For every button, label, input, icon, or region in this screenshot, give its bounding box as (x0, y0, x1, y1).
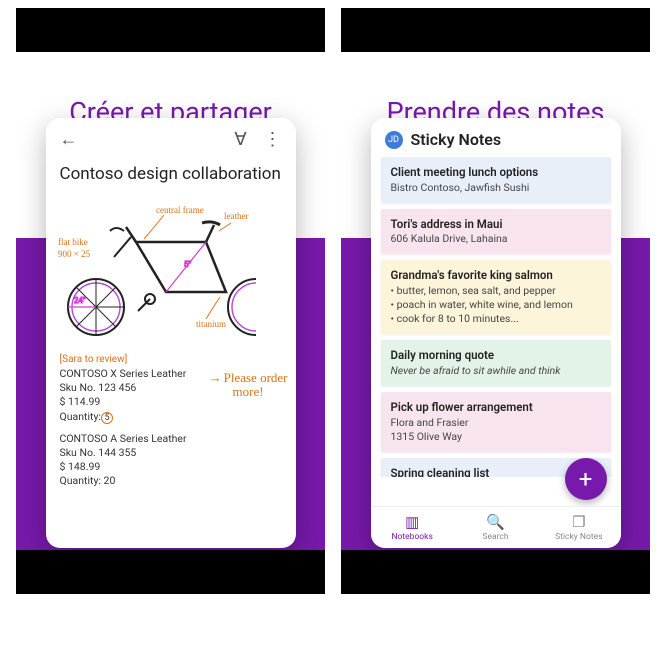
product-2-qty: Quantity: 20 (60, 474, 282, 488)
product-2-name: CONTOSO A Series Leather (60, 432, 282, 446)
sticky-note[interactable]: Tori's address in Maui606 Kalula Drive, … (381, 209, 611, 255)
add-note-fab[interactable]: + (565, 458, 607, 500)
product-1-qty: Quantity:5 (60, 410, 282, 424)
black-bar-top (341, 8, 650, 52)
nav-notebooks[interactable]: ▥ Notebooks (371, 507, 454, 548)
note-title: Client meeting lunch options (391, 165, 601, 181)
notebooks-icon: ▥ (405, 513, 419, 531)
svg-text:900 × 25: 900 × 25 (58, 249, 91, 259)
panel-take-notes: Prendre des notes JD Sticky Notes Client… (341, 8, 650, 594)
product-2: CONTOSO A Series Leather Sku No. 144 355… (46, 430, 296, 495)
svg-text:5": 5" (184, 260, 191, 269)
overflow-icon[interactable]: ⋮ (262, 128, 284, 150)
avatar[interactable]: JD (385, 131, 403, 149)
back-icon[interactable]: ← (58, 128, 80, 150)
note-body: Bistro Contoso, Jawfish Sushi (391, 181, 601, 195)
sticky-note[interactable]: Grandma's favorite king salmon• butter, … (381, 260, 611, 334)
note-title: Daily morning quote (391, 348, 601, 364)
note-body: • butter, lemon, sea salt, and pepper • … (391, 284, 601, 327)
sticky-note[interactable]: Client meeting lunch optionsBistro Conto… (381, 157, 611, 203)
handwritten-note: Please order more! (209, 371, 288, 400)
product-2-sku: Sku No. 144 355 (60, 446, 282, 460)
product-2-price: $ 148.99 (60, 460, 282, 474)
sticky-note[interactable]: Pick up flower arrangementFlora and Fras… (381, 392, 611, 452)
note-title: Tori's address in Maui (391, 217, 601, 233)
product-1: CONTOSO X Series Leather Sku No. 123 456… (46, 365, 296, 430)
svg-text:titanium: titanium (196, 319, 226, 329)
panel-create-share: Créer et partager ← ∀ ⋮ Contoso design c… (16, 8, 325, 594)
bottom-nav: ▥ Notebooks 🔍 Search ❐ Sticky Notes (371, 506, 621, 548)
sticky-notes-icon: ❐ (572, 513, 585, 531)
search-icon: 🔍 (486, 513, 505, 531)
review-tag: [Sara to review] (46, 352, 296, 365)
nav-sticky-notes[interactable]: ❐ Sticky Notes (537, 507, 620, 548)
notes-list: Client meeting lunch optionsBistro Conto… (371, 157, 621, 477)
phone-left: ← ∀ ⋮ Contoso design collaboration (46, 118, 296, 548)
sticky-note[interactable]: Daily morning quoteNever be afraid to si… (381, 340, 611, 386)
black-bar-top (16, 8, 325, 52)
note-title[interactable]: Contoso design collaboration (46, 160, 296, 192)
note-title: Grandma's favorite king salmon (391, 268, 601, 284)
svg-text:24": 24" (74, 296, 86, 305)
svg-text:flat bike: flat bike (58, 237, 88, 247)
app-bar: ← ∀ ⋮ (46, 118, 296, 160)
note-title: Pick up flower arrangement (391, 400, 601, 416)
sticky-notes-header: JD Sticky Notes (371, 118, 621, 157)
note-body: Flora and Frasier 1315 Olive Way (391, 416, 601, 444)
select-all-icon[interactable]: ∀ (230, 128, 252, 150)
phone-right: JD Sticky Notes Client meeting lunch opt… (371, 118, 621, 548)
black-bar-bottom (16, 550, 325, 594)
svg-text:central frame: central frame (156, 205, 204, 215)
note-body: 606 Kalula Drive, Lahaina (391, 232, 601, 246)
note-body: Never be afraid to sit awhile and think (391, 364, 601, 378)
black-bar-bottom (341, 550, 650, 594)
bicycle-sketch[interactable]: 24" 5" flat bike 900 × 25 central frame … (46, 192, 296, 352)
nav-search[interactable]: 🔍 Search (454, 507, 537, 548)
svg-text:leather: leather (224, 211, 248, 221)
sticky-notes-title: Sticky Notes (411, 130, 502, 149)
